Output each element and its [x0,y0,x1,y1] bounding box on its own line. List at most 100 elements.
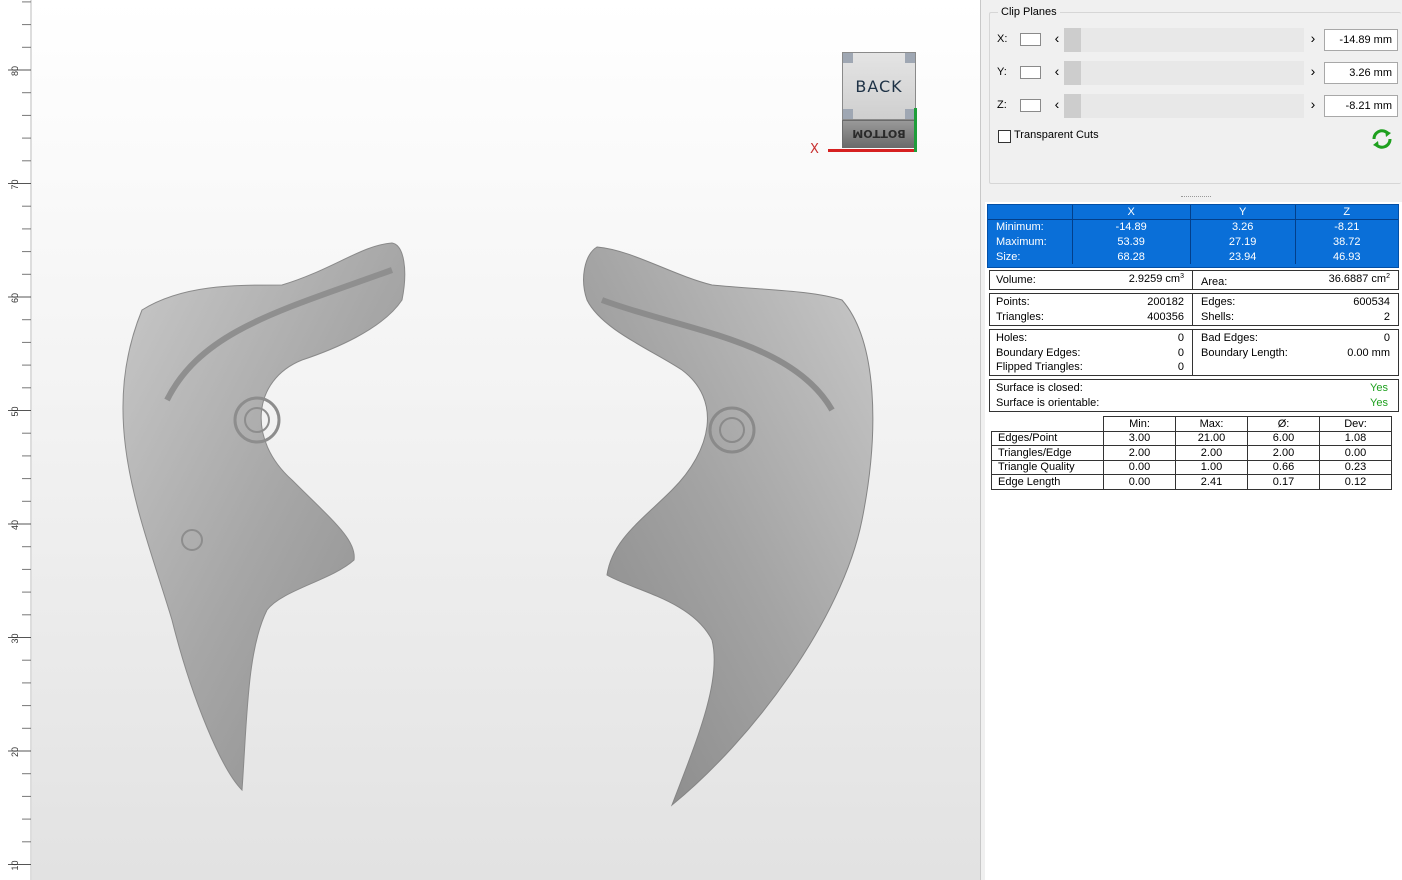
model-left-piece[interactable] [122,242,406,792]
x-axis-indicator [828,149,916,152]
chevron-left-icon[interactable]: ‹ [1050,30,1064,46]
vertical-ruler: 80 70 60 50 40 30 20 10 [0,0,32,880]
quality-header-empty [991,416,1104,432]
table-cell: 23.94 [1190,249,1296,264]
bbox-header-x: X [1072,205,1191,220]
surface-orientable-value: Yes [1370,397,1388,409]
shells-value: 2 [1383,311,1390,323]
cube-face-bottom[interactable]: BOTTOM [842,120,916,148]
table-cell: 2.41 [1175,474,1248,490]
table-row: Triangle Quality 0.00 1.00 0.66 0.23 [991,459,1392,475]
resize-grip[interactable] [1181,196,1211,199]
cube-bottom-label: BOTTOM [852,127,906,140]
clip-value-z[interactable]: -8.21 mm [1324,95,1398,117]
table-cell: 0.12 [1319,474,1392,490]
cube-face-label: BACK [855,77,903,96]
table-header-row: Min: Max: Ø: Dev: [991,416,1392,432]
chevron-left-icon[interactable]: ‹ [1050,63,1064,79]
chevron-right-icon[interactable]: › [1306,63,1320,79]
clip-row-y: Y: ‹ › 3.26 mm [990,61,1402,85]
clip-enable-toggle[interactable] [1020,33,1041,46]
table-cell: 53.39 [1072,234,1191,249]
transparent-cuts-checkbox[interactable] [998,130,1011,143]
surface-closed-label: Surface is closed: [996,382,1083,394]
model-right-piece[interactable] [583,246,874,807]
surface-closed-value: Yes [1370,382,1388,394]
quality-table: Min: Max: Ø: Dev: Edges/Point 3.00 21.00… [991,416,1392,490]
clip-axis-label: Y: [997,66,1007,78]
navigation-cube[interactable]: BACK BOTTOM X [810,48,920,160]
table-row: Size: 68.28 23.94 46.93 [988,249,1398,264]
table-cell: -8.21 [1334,220,1360,233]
quality-header-max: Max: [1175,416,1248,432]
table-cell: 1.08 [1319,430,1392,446]
flipped-triangles-label: Flipped Triangles: [996,361,1083,373]
clip-value-x[interactable]: -14.89 mm [1324,29,1398,51]
table-row: Edges/Point 3.00 21.00 6.00 1.08 [991,430,1392,446]
ruler-label: 30 [10,633,20,643]
table-cell: 0.17 [1247,474,1320,490]
refresh-icon[interactable] [1370,127,1394,151]
clip-value-y[interactable]: 3.26 mm [1324,62,1398,84]
ruler-label: 40 [10,520,20,530]
area-value: 36.6887 cm2 [1329,273,1390,285]
edges-shells-box: Edges: 600534 Shells: 2 [1193,293,1399,326]
bad-edges-label: Bad Edges: [1201,332,1258,344]
table-cell: 2.00 [1103,445,1176,461]
clip-enable-toggle[interactable] [1020,66,1041,79]
quality-row-label: Triangle Quality [991,459,1104,475]
points-value: 200182 [1147,296,1184,308]
mesh-statistics: X Y Z Minimum: -14.89 3.26 -8.21 Maximum… [985,202,1402,880]
table-cell: 0.00 [1103,459,1176,475]
transparent-cuts-label[interactable]: Transparent Cuts [1014,129,1099,141]
ruler-label: 60 [10,293,20,303]
bbox-row-label: Minimum: [988,219,1073,234]
area-label: Area: [1201,276,1228,288]
holes-value: 0 [1177,332,1184,344]
chevron-left-icon[interactable]: ‹ [1050,96,1064,112]
clip-slider-y[interactable] [1064,61,1304,85]
3d-viewport[interactable]: BACK BOTTOM X [32,0,980,880]
table-row: Edge Length 0.00 2.41 0.17 0.12 [991,474,1392,490]
slider-thumb[interactable] [1064,28,1081,52]
cube-corner[interactable] [843,109,853,119]
table-row: Triangles/Edge 2.00 2.00 2.00 0.00 [991,445,1392,461]
clip-enable-toggle[interactable] [1020,99,1041,112]
table-cell: -14.89 [1072,219,1191,234]
slider-thumb[interactable] [1064,61,1081,85]
area-unit-exponent: 2 [1386,273,1390,280]
triangles-value: 400356 [1147,311,1184,323]
ruler-ticks: 80 70 60 50 40 30 20 10 [8,0,32,880]
chevron-right-icon[interactable]: › [1306,96,1320,112]
boundary-length-label: Boundary Length: [1201,347,1288,359]
boundary-length-value: 0.00 mm [1347,347,1390,359]
table-cell: 2.00 [1247,445,1320,461]
holes-label: Holes: [996,332,1028,344]
cube-corner[interactable] [843,53,853,63]
bbox-row-label: Maximum: [988,234,1073,249]
table-cell: 6.00 [1247,430,1320,446]
y-axis-indicator [914,108,917,152]
chevron-right-icon[interactable]: › [1306,30,1320,46]
area-number: 36.6887 cm [1328,273,1387,285]
quality-header-dev: Dev: [1319,416,1392,432]
cube-corner[interactable] [905,53,915,63]
quality-row-label: Edges/Point [991,430,1104,446]
table-cell: 0.66 [1247,459,1320,475]
table-cell: 68.28 [1072,249,1191,264]
table-row: Minimum: -14.89 3.26 -8.21 [988,219,1398,234]
volume-box: Volume: 2.9259 cm3 [989,270,1193,290]
x-axis-label: X [810,142,819,157]
points-triangles-box: Points: 200182 Triangles: 400356 [989,293,1193,326]
clip-slider-z[interactable] [1064,94,1304,118]
slider-thumb[interactable] [1064,94,1081,118]
quality-header-avg: Ø: [1247,416,1320,432]
table-cell: 21.00 [1175,430,1248,446]
quality-row-label: Triangles/Edge [991,445,1104,461]
cube-face-back[interactable]: BACK [842,52,916,120]
bbox-row-label: Size: [988,249,1073,264]
clip-slider-x[interactable] [1064,28,1304,52]
volume-label: Volume: [996,274,1036,286]
ruler-label: 70 [10,179,20,189]
clip-planes-group: Clip Planes X: ‹ › -14.89 mm Y: ‹ › 3.26… [989,6,1402,184]
